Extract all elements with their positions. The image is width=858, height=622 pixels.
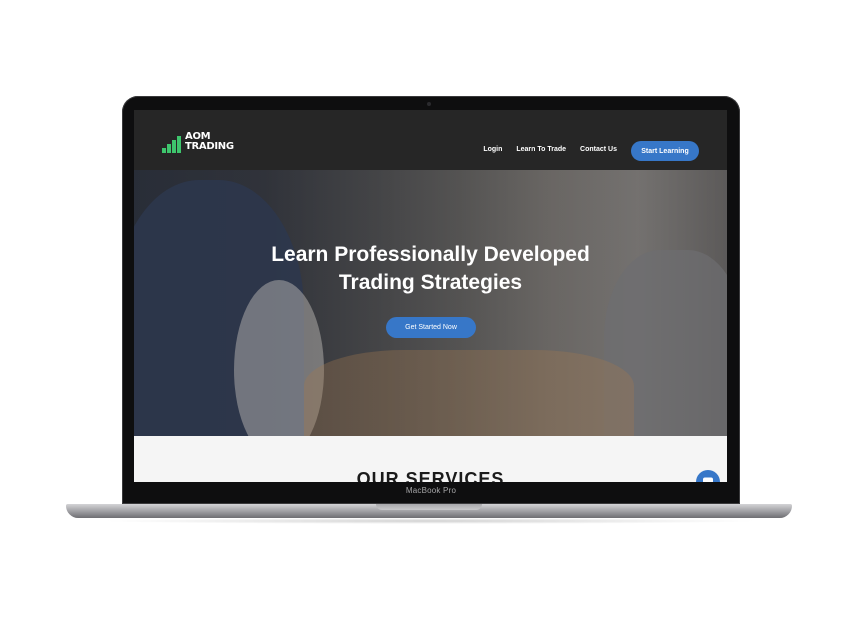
logo-text: AOM TRADING: [185, 132, 234, 152]
camera-icon: [427, 102, 431, 106]
device-label: MacBook Pro: [405, 486, 457, 495]
hero-title-line2: Trading Strategies: [338, 271, 523, 294]
hero-photo-table: [304, 350, 634, 436]
logo-text-line2: TRADING: [185, 141, 234, 152]
services-title: OUR SERVICES: [356, 469, 505, 482]
get-started-button[interactable]: Get Started Now: [386, 317, 476, 338]
nav-contact-us[interactable]: Contact Us: [580, 146, 617, 153]
laptop-shadow: [100, 518, 760, 524]
hero-title: Learn Professionally Developed Trading S…: [134, 241, 727, 297]
hero-section: Learn Professionally Developed Trading S…: [134, 170, 727, 436]
screen: AOM TRADING Login Learn To Trade Contact…: [134, 110, 727, 482]
start-learning-button[interactable]: Start Learning: [631, 141, 699, 161]
chat-icon: [703, 477, 713, 482]
site-header: AOM TRADING Login Learn To Trade Contact…: [134, 110, 727, 170]
logo[interactable]: AOM TRADING: [162, 132, 234, 156]
nav-learn-to-trade[interactable]: Learn To Trade: [516, 146, 566, 153]
services-section: OUR SERVICES: [134, 436, 727, 482]
hero-title-line1: Learn Professionally Developed: [271, 243, 590, 266]
nav-login[interactable]: Login: [483, 146, 502, 153]
logo-bars-icon: [162, 132, 184, 154]
main-nav: Login Learn To Trade Contact Us: [483, 146, 617, 153]
laptop-notch: [376, 504, 482, 510]
